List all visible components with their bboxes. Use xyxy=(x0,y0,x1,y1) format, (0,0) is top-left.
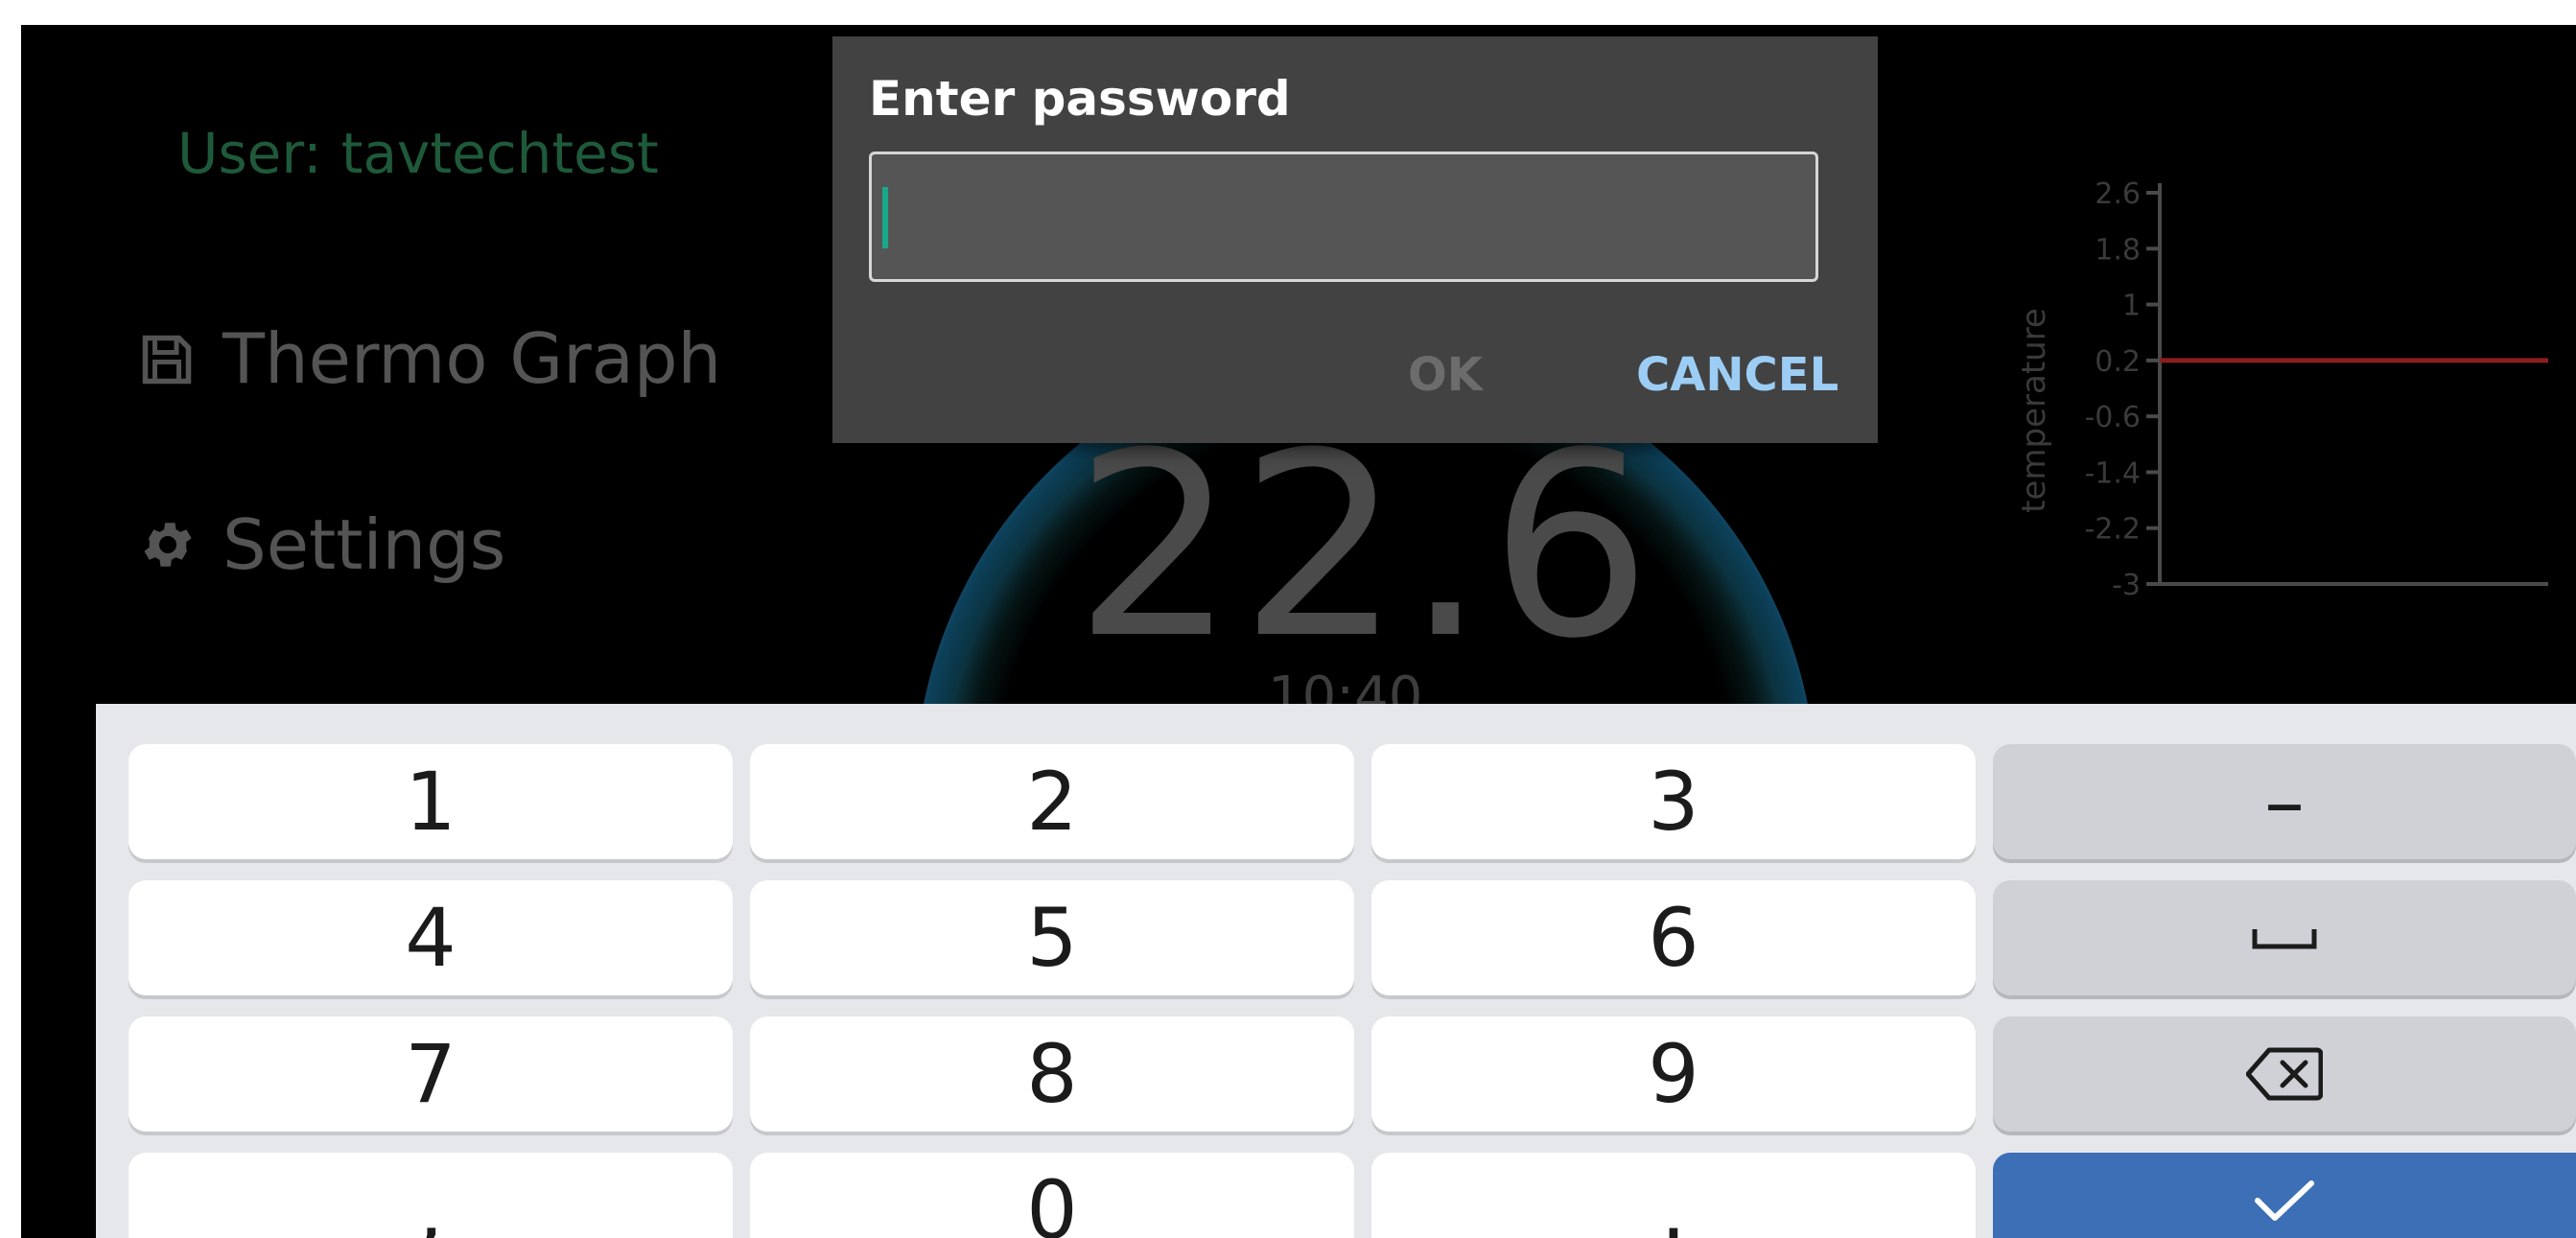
text-cursor xyxy=(882,187,888,248)
key-comma[interactable]: , xyxy=(129,1153,733,1238)
key-7[interactable]: 7 xyxy=(129,1016,733,1132)
menu-item-thermo-graph[interactable]: Thermo Graph xyxy=(138,318,721,399)
gauge-temperature-value: 22.6 xyxy=(1074,399,1656,694)
y-tick-label: -3 xyxy=(2112,569,2141,602)
user-name: tavtechtest xyxy=(340,121,659,186)
key-minus[interactable]: – xyxy=(1993,744,2576,859)
dialog-title: Enter password xyxy=(869,71,1291,127)
y-tick-label: 1 xyxy=(2122,290,2141,323)
space-bar-icon xyxy=(2252,929,2317,949)
key-3[interactable]: 3 xyxy=(1371,744,1976,859)
y-tick-label: 1.8 xyxy=(2095,233,2141,267)
y-axis-label: temperature xyxy=(2015,308,2053,513)
password-input[interactable] xyxy=(869,152,1818,282)
cancel-button[interactable]: CANCEL xyxy=(1636,348,1838,402)
key-5[interactable]: 5 xyxy=(750,880,1354,995)
password-dialog: Enter password OK CANCEL xyxy=(832,36,1878,443)
key-2[interactable]: 2 xyxy=(750,744,1354,859)
key-9[interactable]: 9 xyxy=(1371,1016,1976,1132)
key-backspace[interactable] xyxy=(1993,1016,2576,1132)
menu-item-label: Thermo Graph xyxy=(222,318,722,399)
key-space[interactable] xyxy=(1993,880,2576,995)
backspace-icon xyxy=(2246,1047,2323,1101)
key-4[interactable]: 4 xyxy=(129,880,733,995)
temperature-chart: temperature 2.6 1.8 1 0.2 -0.6 -1.4 -2.2 -3 xyxy=(2015,177,2548,602)
user-label: User: xyxy=(177,121,322,186)
menu-item-settings[interactable]: Settings xyxy=(138,504,505,585)
user-indicator: User: tavtechtest xyxy=(177,121,659,186)
checkmark-icon xyxy=(2255,1180,2314,1221)
y-tick-label: -2.2 xyxy=(2084,513,2141,547)
key-period[interactable]: . xyxy=(1371,1153,1976,1238)
app-screen: User: tavtechtest Thermo Graph Settings 2… xyxy=(21,25,2576,1238)
key-8[interactable]: 8 xyxy=(750,1016,1354,1132)
numeric-keypad: 1 2 3 – 4 5 6 7 8 9 , 0 . xyxy=(96,704,2576,1238)
key-enter[interactable] xyxy=(1993,1153,2576,1238)
key-1[interactable]: 1 xyxy=(129,744,733,859)
key-6[interactable]: 6 xyxy=(1371,880,1976,995)
y-tick-label: -1.4 xyxy=(2084,456,2141,490)
gear-icon xyxy=(138,510,207,579)
ok-button[interactable]: OK xyxy=(1408,348,1483,402)
floppy-disk-icon xyxy=(138,324,207,393)
y-tick-label: -0.6 xyxy=(2084,401,2141,434)
y-tick-label: 0.2 xyxy=(2095,345,2141,379)
key-0[interactable]: 0 xyxy=(750,1153,1354,1238)
y-tick-label: 2.6 xyxy=(2095,177,2141,211)
menu-item-label: Settings xyxy=(222,504,506,585)
